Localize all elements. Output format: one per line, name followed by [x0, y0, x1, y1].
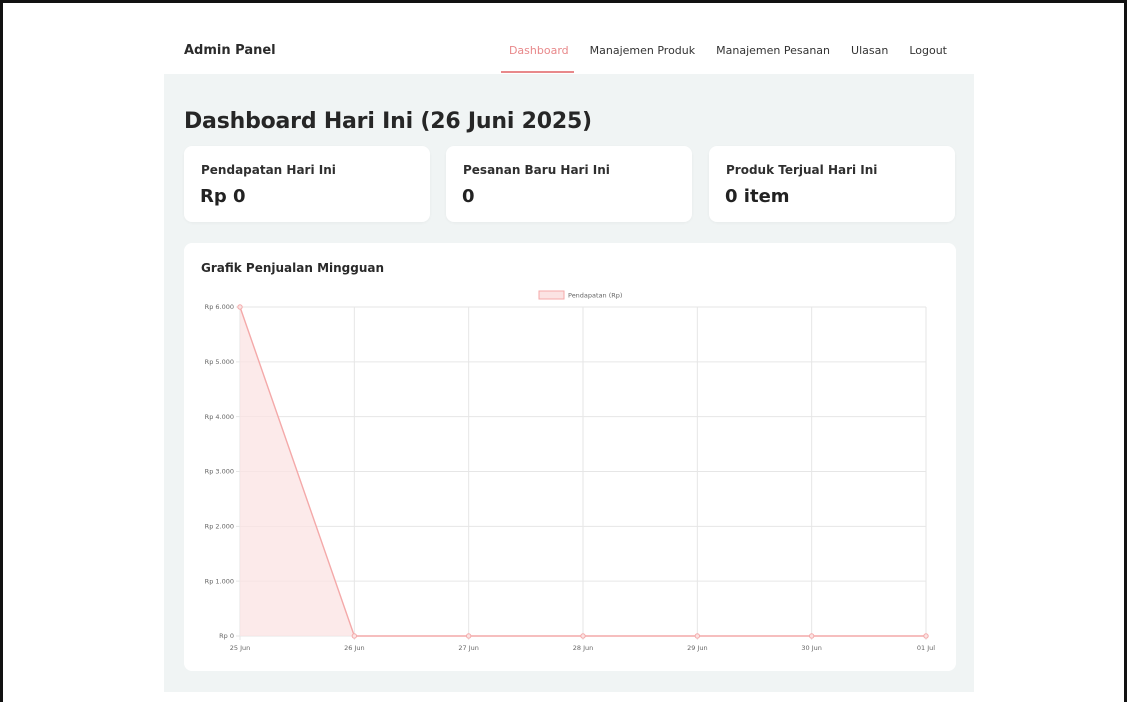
y-tick-label: Rp 0 [219, 632, 234, 640]
card-pesanan-baru: Pesanan Baru Hari Ini 0 [446, 146, 692, 222]
card-value: 0 item [725, 186, 790, 207]
nav-dashboard[interactable]: Dashboard [509, 44, 569, 57]
nav-logout[interactable]: Logout [909, 44, 947, 57]
data-point [580, 633, 586, 639]
card-produk-terjual: Produk Terjual Hari Ini 0 item [709, 146, 955, 222]
card-label: Pendapatan Hari Ini [201, 163, 336, 177]
y-tick-label: Rp 4.000 [205, 413, 234, 421]
x-tick-label: 01 Jul [917, 644, 935, 652]
y-tick-label: Rp 3.000 [205, 468, 234, 476]
x-tick-label: 28 Jun [573, 644, 594, 652]
nav-manajemen-produk[interactable]: Manajemen Produk [590, 44, 696, 57]
x-tick-label: 27 Jun [458, 644, 479, 652]
main-content: Dashboard Hari Ini (26 Juni 2025) Pendap… [164, 74, 974, 692]
card-value: Rp 0 [200, 186, 246, 207]
y-tick-label: Rp 6.000 [205, 303, 234, 311]
main-nav: Dashboard Manajemen Produk Manajemen Pes… [509, 44, 947, 57]
x-tick-label: 30 Jun [801, 644, 822, 652]
nav-manajemen-pesanan[interactable]: Manajemen Pesanan [716, 44, 830, 57]
data-point [351, 633, 358, 639]
sales-chart-card: Grafik Penjualan Mingguan Rp 0 Rp 1.000 Rp… [184, 243, 956, 671]
x-tick-label: 29 Jun [687, 644, 708, 652]
x-tick-label: 26 Jun [344, 644, 365, 652]
card-pendapatan: Pendapatan Hari Ini Rp 0 [184, 146, 430, 222]
legend-swatch [538, 290, 565, 300]
data-point [808, 633, 815, 639]
legend-label: Pendapatan (Rp) [568, 292, 622, 300]
active-nav-underline [501, 71, 574, 73]
page-title: Dashboard Hari Ini (26 Juni 2025) [184, 109, 592, 134]
data-point [923, 633, 929, 639]
data-point [237, 304, 243, 310]
data-point [694, 633, 701, 639]
card-label: Produk Terjual Hari Ini [726, 163, 878, 177]
y-tick-label: Rp 1.000 [205, 577, 234, 585]
data-point [465, 633, 472, 639]
card-label: Pesanan Baru Hari Ini [463, 163, 610, 177]
y-tick-label: Rp 5.000 [205, 358, 234, 366]
y-tick-label: Rp 2.000 [205, 523, 234, 531]
nav-ulasan[interactable]: Ulasan [851, 44, 888, 57]
brand-title[interactable]: Admin Panel [184, 43, 276, 58]
card-value: 0 [462, 186, 475, 207]
top-navbar: Admin Panel Dashboard Manajemen Produk M… [164, 22, 974, 75]
sales-chart: Rp 0 Rp 1.000 Rp 2.000 Rp 3.000 Rp 4.000 Rp 5… [205, 290, 935, 652]
x-tick-label: 25 Jun [230, 644, 251, 652]
